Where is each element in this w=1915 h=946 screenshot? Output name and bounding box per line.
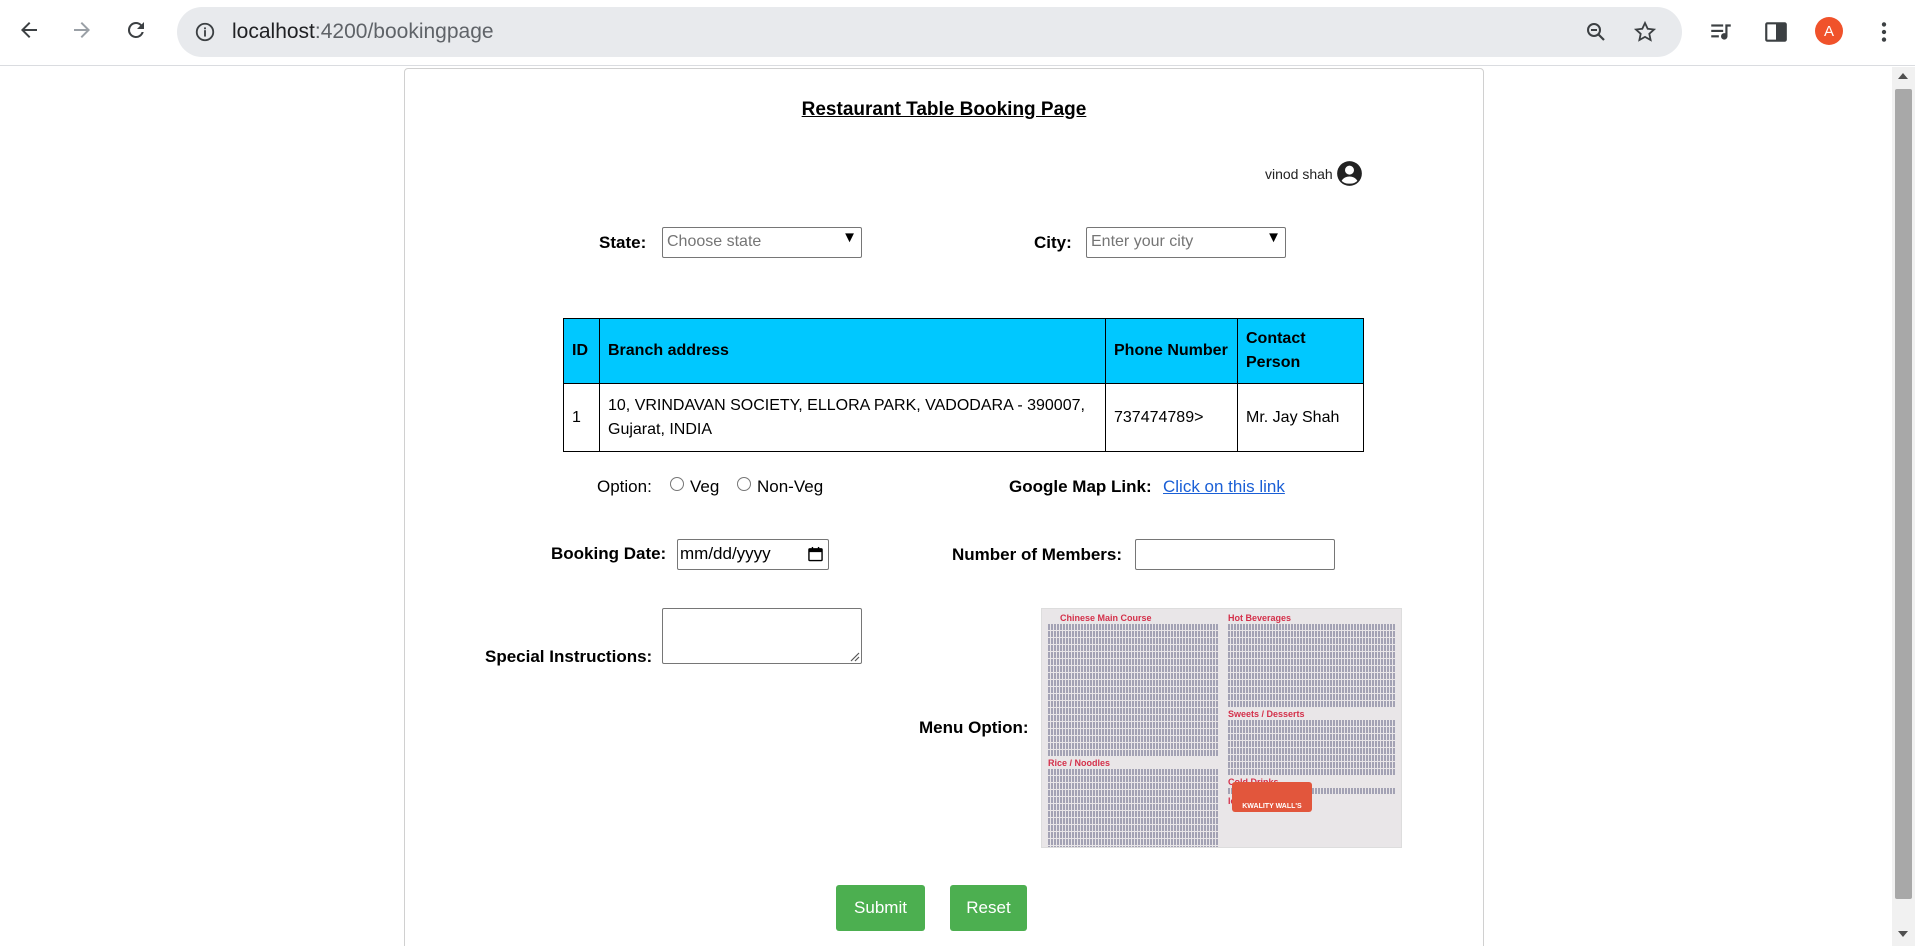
account-circle-icon[interactable] xyxy=(1336,160,1363,187)
veg-label[interactable]: Veg xyxy=(690,477,719,497)
dropdown-arrow-icon: ▼ xyxy=(842,229,857,246)
nonveg-label[interactable]: Non-Veg xyxy=(757,477,823,497)
ice-cream-brand-logo: KWALITY WALL'S xyxy=(1232,782,1312,812)
page-title: Restaurant Table Booking Page xyxy=(801,99,1087,120)
instructions-label: Special Instructions: xyxy=(485,647,653,666)
instructions-textarea[interactable] xyxy=(662,608,862,664)
cell-id: 1 xyxy=(563,383,600,452)
cell-contact: Mr. Jay Shah xyxy=(1237,383,1364,452)
option-label: Option: xyxy=(597,477,652,496)
booking-date-label: Booking Date: xyxy=(551,544,667,563)
site-info-icon[interactable] xyxy=(189,16,221,48)
city-select-value: Enter your city xyxy=(1091,233,1194,250)
reload-button[interactable] xyxy=(118,12,154,48)
url-host: localhost xyxy=(232,20,315,43)
menu-image: Chinese Main Course Rice / Noodles Hot B… xyxy=(1041,608,1402,848)
map-label: Google Map Link: xyxy=(1009,477,1152,496)
page-viewport: Restaurant Table Booking Page vinod shah… xyxy=(0,67,1892,946)
zoom-icon[interactable] xyxy=(1584,20,1608,44)
menu-left-column: Chinese Main Course Rice / Noodles xyxy=(1048,611,1218,847)
media-queue-icon[interactable] xyxy=(1708,19,1734,45)
menu-section-heading: Sweets / Desserts xyxy=(1228,709,1305,719)
menu-section-heading: Rice / Noodles xyxy=(1048,758,1111,768)
scroll-up-icon[interactable] xyxy=(1898,73,1908,79)
table-header-row: ID Branch address Phone Number Contact P… xyxy=(563,318,1364,384)
reset-button[interactable]: Reset xyxy=(950,885,1027,931)
address-bar[interactable]: localhost:4200/bookingpage xyxy=(177,7,1682,57)
resize-grip-icon[interactable] xyxy=(848,650,860,662)
back-button[interactable] xyxy=(11,12,47,48)
arrow-right-icon xyxy=(74,22,90,38)
user-name: vinod shah xyxy=(1265,165,1333,182)
column-header-id: ID xyxy=(563,318,600,384)
booking-date-input[interactable]: mm/dd/yyyy xyxy=(677,539,829,570)
forward-button[interactable] xyxy=(64,12,100,48)
menu-section-heading: Hot Beverages xyxy=(1228,613,1292,623)
veg-radio[interactable] xyxy=(670,477,684,491)
city-select[interactable]: Enter your city ▼ xyxy=(1086,227,1286,258)
user-block[interactable]: vinod shah xyxy=(1265,160,1363,187)
menu-right-column: Hot Beverages Sweets / Desserts Cold Dri… xyxy=(1228,611,1396,807)
column-header-contact: Contact Person xyxy=(1237,318,1364,384)
branch-table: ID Branch address Phone Number Contact P… xyxy=(563,318,1364,452)
more-vert-icon[interactable] xyxy=(1871,19,1897,45)
state-label: State: xyxy=(599,233,647,252)
reload-icon xyxy=(127,21,144,38)
submit-button[interactable]: Submit xyxy=(836,885,925,931)
bookmark-star-icon[interactable] xyxy=(1633,20,1657,44)
city-label: City: xyxy=(1034,233,1072,252)
calendar-icon[interactable] xyxy=(808,546,823,562)
booking-card: Restaurant Table Booking Page vinod shah… xyxy=(404,68,1484,946)
browser-toolbar: localhost:4200/bookingpage A xyxy=(0,0,1915,66)
map-link[interactable]: Click on this link xyxy=(1163,477,1285,497)
side-panel-icon[interactable] xyxy=(1763,19,1789,45)
menu-option-label: Menu Option: xyxy=(919,718,1029,737)
scroll-thumb[interactable] xyxy=(1895,89,1912,899)
members-input[interactable] xyxy=(1135,539,1335,570)
column-header-phone: Phone Number xyxy=(1105,318,1238,384)
column-header-address: Branch address xyxy=(599,318,1106,384)
cell-phone: 737474789> xyxy=(1105,383,1238,452)
state-select-value: Choose state xyxy=(667,233,762,250)
scroll-down-icon[interactable] xyxy=(1898,931,1908,937)
url-text[interactable]: localhost:4200/bookingpage xyxy=(232,20,494,44)
page-scrollbar[interactable] xyxy=(1892,67,1915,946)
profile-avatar[interactable]: A xyxy=(1815,17,1843,45)
state-select[interactable]: Choose state ▼ xyxy=(662,227,862,258)
dropdown-arrow-icon: ▼ xyxy=(1266,229,1281,246)
arrow-left-icon xyxy=(21,22,37,38)
menu-section-heading: Chinese Main Course xyxy=(1060,613,1152,623)
date-placeholder: mm/dd/yyyy xyxy=(680,544,771,563)
nonveg-radio[interactable] xyxy=(737,477,751,491)
table-row: 1 10, VRINDAVAN SOCIETY, ELLORA PARK, VA… xyxy=(563,383,1364,452)
cell-address: 10, VRINDAVAN SOCIETY, ELLORA PARK, VADO… xyxy=(599,383,1106,452)
url-path: :4200/bookingpage xyxy=(314,20,494,43)
members-label: Number of Members: xyxy=(952,545,1123,564)
